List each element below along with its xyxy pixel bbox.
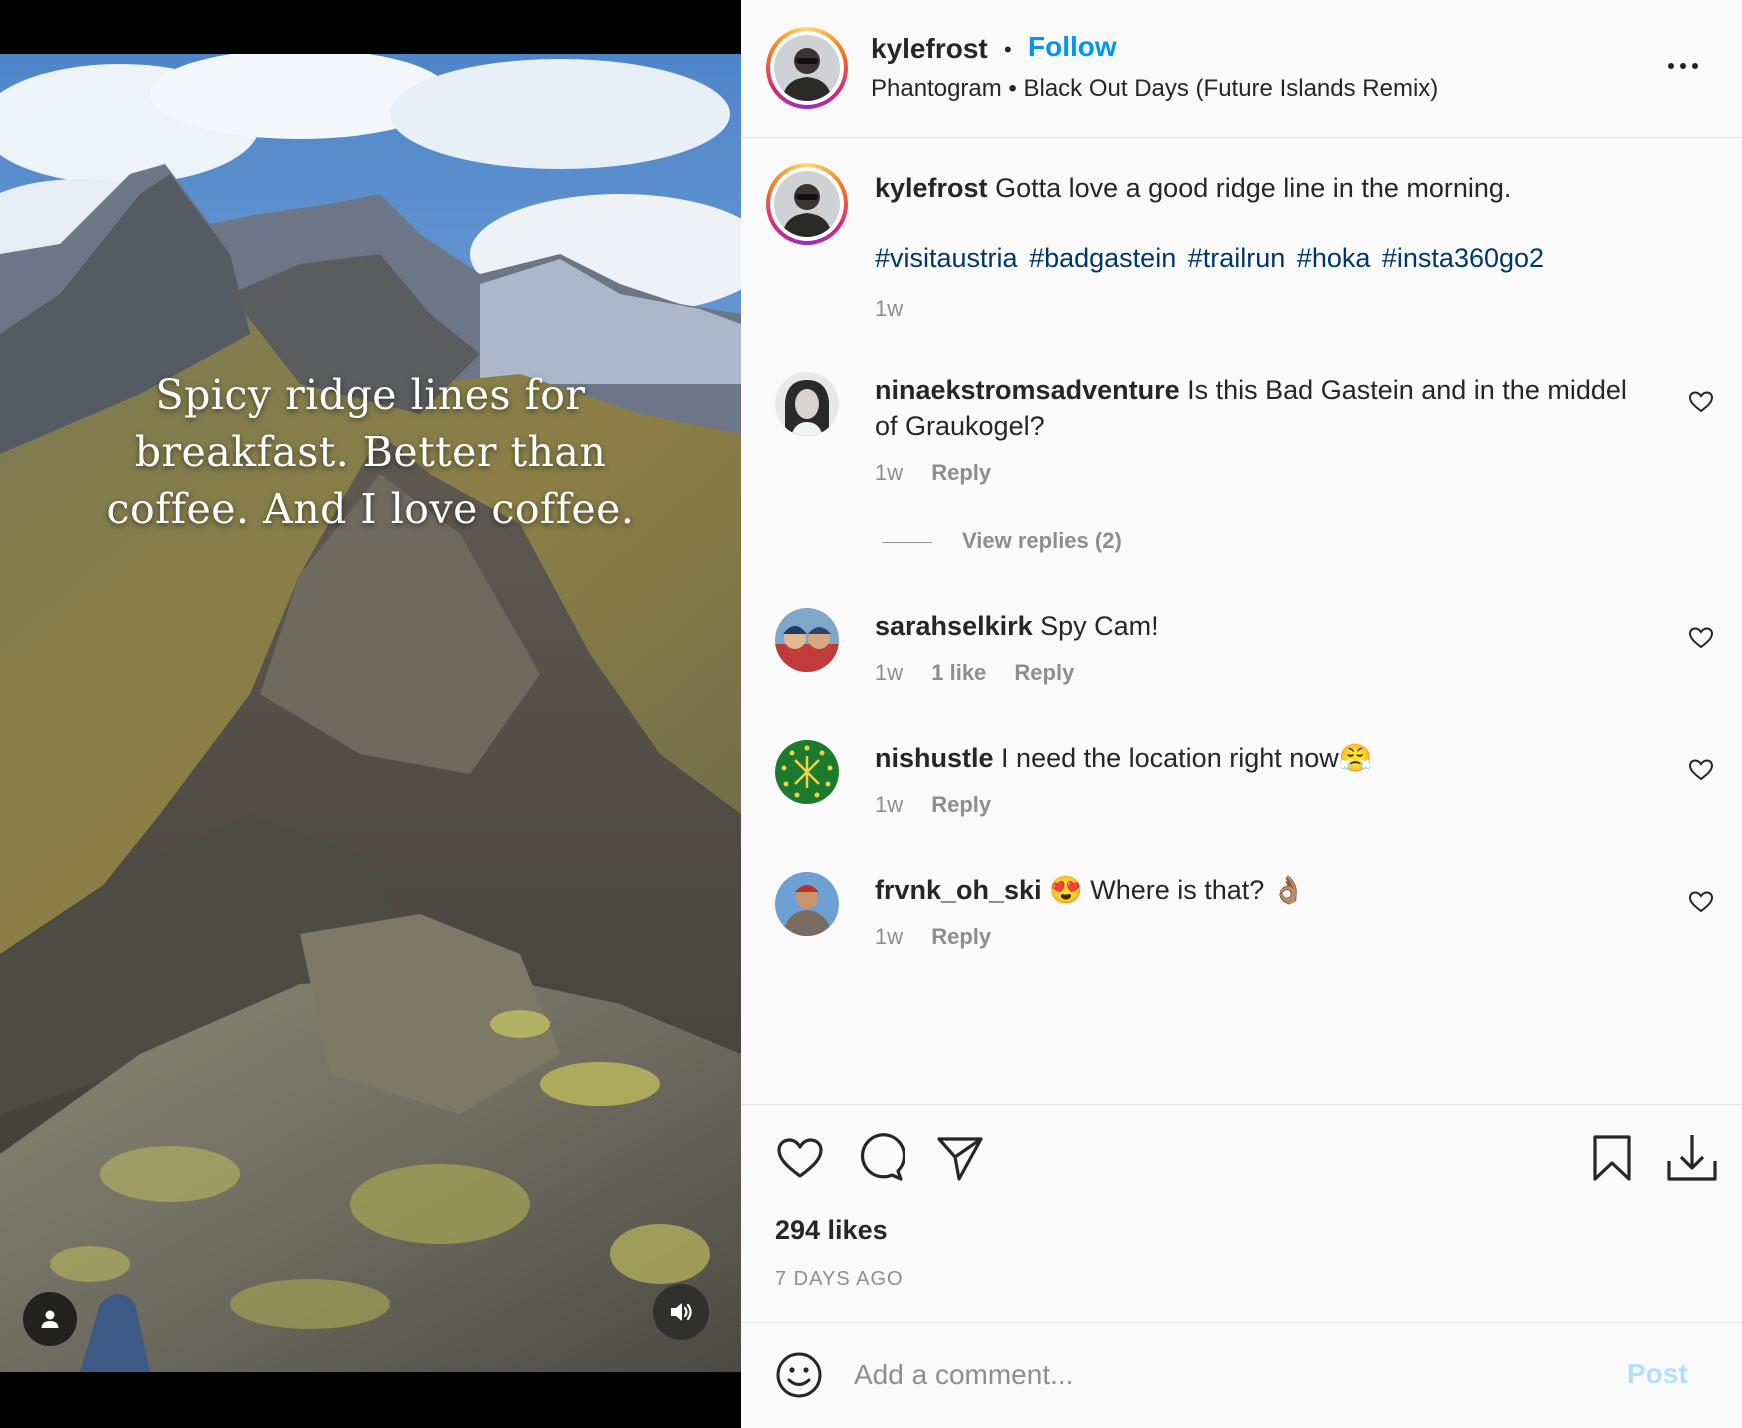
comment-username[interactable]: frvnk_oh_ski <box>875 875 1042 905</box>
tagged-people-button[interactable] <box>23 1292 77 1346</box>
heart-icon[interactable] <box>1688 757 1714 783</box>
video-overlay-caption: Spicy ridge lines for breakfast. Better … <box>0 367 741 538</box>
comment-meta: 1w Reply <box>875 792 1013 818</box>
avatar-image <box>774 35 840 101</box>
comment-body: Spy Cam! <box>1040 611 1159 641</box>
comment-body: I need the location right now😤 <box>1001 743 1373 773</box>
overlay-line: breakfast. Better than <box>134 428 607 476</box>
avatar-image <box>774 171 840 237</box>
commenter-avatar[interactable] <box>775 372 839 436</box>
comment-time: 1w <box>875 660 904 685</box>
comment-text: sarahselkirk Spy Cam! <box>875 608 1635 644</box>
commenter-avatar[interactable] <box>775 872 839 936</box>
caption-timestamp: 1w <box>875 296 904 321</box>
person-icon <box>41 1310 59 1328</box>
view-replies-label: View replies (2) <box>962 528 1122 553</box>
commenter-avatar[interactable] <box>775 608 839 672</box>
comment-text: nishustle I need the location right now😤 <box>875 740 1635 776</box>
comment-meta: 1w Reply <box>875 924 1013 950</box>
heart-icon[interactable] <box>1688 889 1714 915</box>
comment-meta: 1w 1 like Reply <box>875 660 1096 686</box>
comment-time: 1w <box>875 792 904 817</box>
commenter-avatar[interactable] <box>775 740 839 804</box>
reply-button[interactable]: Reply <box>1014 660 1074 685</box>
hashtag-link[interactable]: #hoka <box>1297 243 1371 273</box>
video-player[interactable]: Spicy ridge lines for breakfast. Better … <box>0 54 741 1372</box>
overlay-line: Spicy ridge lines for <box>155 371 586 419</box>
overlay-line: coffee. And I love coffee. <box>106 485 635 533</box>
audio-track-link[interactable]: Phantogram • Black Out Days (Future Isla… <box>871 75 1438 103</box>
emoji-smiley-icon[interactable] <box>775 1351 823 1399</box>
hashtag-link[interactable]: #badgastein <box>1029 243 1176 273</box>
actions-divider <box>741 1104 1742 1105</box>
avatar-image <box>775 872 839 936</box>
comment-text: ninaekstromsadventure Is this Bad Gastei… <box>875 372 1635 444</box>
comment-meta: 1w Reply <box>875 460 1013 486</box>
comment-username[interactable]: sarahselkirk <box>875 611 1033 641</box>
comment-likes-link[interactable]: 1 like <box>931 660 986 685</box>
reply-button[interactable]: Reply <box>931 460 991 485</box>
hashtag-link[interactable]: #insta360go2 <box>1382 243 1544 273</box>
caption-author-avatar[interactable] <box>766 163 848 245</box>
follow-button[interactable]: Follow <box>1028 31 1117 63</box>
like-heart-icon[interactable] <box>775 1133 825 1183</box>
add-comment-bar: Post <box>741 1322 1742 1428</box>
view-replies-button[interactable]: View replies (2) <box>882 528 1122 554</box>
comment-username[interactable]: nishustle <box>875 743 994 773</box>
post-date: 7 DAYS AGO <box>775 1268 904 1290</box>
ellipsis-icon[interactable] <box>1665 56 1701 76</box>
instagram-post-modal: Spicy ridge lines for breakfast. Better … <box>0 0 1742 1428</box>
bookmark-icon[interactable] <box>1587 1133 1637 1183</box>
reply-button[interactable]: Reply <box>931 924 991 949</box>
caption-text: Gotta love a good ridge line in the morn… <box>995 173 1512 203</box>
heart-icon[interactable] <box>1688 625 1714 651</box>
comment-text: frvnk_oh_ski 😍 Where is that? 👌🏽 <box>875 872 1635 908</box>
author-avatar[interactable] <box>766 27 848 109</box>
post-comment-button[interactable]: Post <box>1627 1358 1688 1390</box>
avatar-image <box>775 740 839 804</box>
comment-bubble-icon[interactable] <box>855 1133 905 1183</box>
comment-username[interactable]: ninaekstromsadventure <box>875 375 1180 405</box>
speaker-icon <box>671 1303 692 1321</box>
separator-dot: • <box>1004 37 1012 62</box>
hashtag-link[interactable]: #trailrun <box>1188 243 1286 273</box>
sound-toggle-button[interactable] <box>653 1284 709 1340</box>
download-icon[interactable] <box>1665 1131 1719 1185</box>
comment-input[interactable] <box>854 1353 1594 1397</box>
replies-divider-line <box>882 541 932 543</box>
author-username[interactable]: kylefrost <box>871 33 988 65</box>
likes-count[interactable]: 294 likes <box>775 1215 888 1246</box>
mountain-ridge-video-frame <box>0 54 741 1372</box>
post-caption: kylefrost Gotta love a good ridge line i… <box>875 170 1695 206</box>
comment-time: 1w <box>875 460 904 485</box>
avatar-image <box>775 608 839 672</box>
caption-hashtags: #visitaustria #badgastein #trailrun #hok… <box>875 243 1548 274</box>
media-pane: Spicy ridge lines for breakfast. Better … <box>0 0 741 1428</box>
caption-username[interactable]: kylefrost <box>875 173 988 203</box>
comment-time: 1w <box>875 924 904 949</box>
post-header: kylefrost • Follow Phantogram • Black Ou… <box>741 0 1742 138</box>
post-details-pane: kylefrost • Follow Phantogram • Black Ou… <box>741 0 1742 1428</box>
share-paper-plane-icon[interactable] <box>935 1133 985 1183</box>
heart-icon[interactable] <box>1688 389 1714 415</box>
avatar-image <box>775 372 839 436</box>
comment-body: 😍 Where is that? 👌🏽 <box>1049 875 1306 905</box>
hashtag-link[interactable]: #visitaustria <box>875 243 1018 273</box>
reply-button[interactable]: Reply <box>931 792 991 817</box>
